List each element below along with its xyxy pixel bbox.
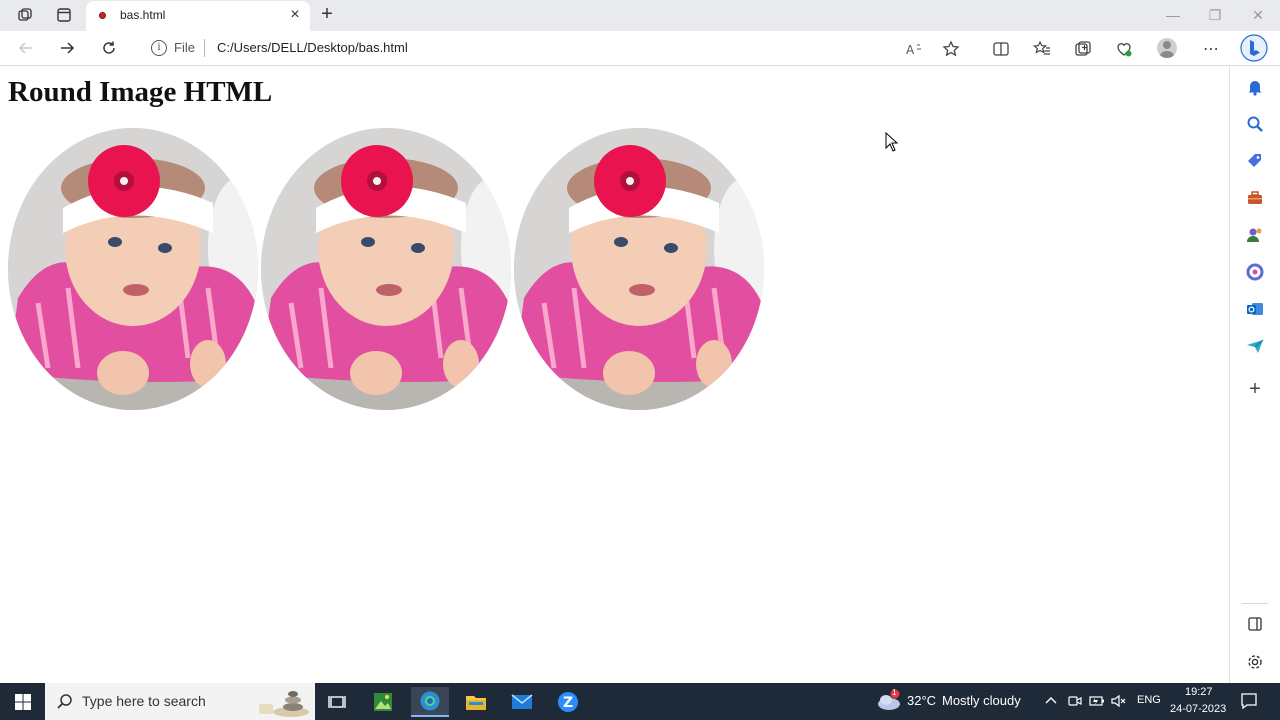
taskbar-search-box[interactable]: Type here to search	[45, 683, 315, 720]
edge-sidebar: +	[1229, 66, 1280, 683]
windows-start-button[interactable]	[0, 683, 45, 720]
send-icon[interactable]	[1244, 335, 1266, 357]
show-hidden-icons-icon[interactable]	[1045, 694, 1057, 708]
tab-title: bas.html	[120, 8, 166, 22]
address-bar-url[interactable]: C:/Users/DELL/Desktop/bas.html	[217, 40, 408, 55]
round-image-2	[261, 128, 511, 410]
round-image-1	[8, 128, 258, 410]
settings-icon[interactable]	[1244, 651, 1266, 673]
browser-essentials-icon[interactable]	[1113, 38, 1135, 60]
search-icon[interactable]	[1244, 113, 1266, 135]
input-language[interactable]: ENG	[1137, 694, 1161, 706]
image-viewer-app-icon[interactable]	[364, 687, 402, 717]
weather-cloud-icon[interactable]: 1	[876, 688, 902, 718]
mail-app-icon[interactable]	[503, 687, 541, 717]
profile-avatar[interactable]	[1157, 38, 1177, 58]
briefcase-icon[interactable]	[1244, 187, 1266, 209]
sidebar-toggle-icon[interactable]	[1244, 613, 1266, 635]
workspaces-icon[interactable]	[15, 5, 35, 25]
file-explorer-app-icon[interactable]	[457, 687, 495, 717]
add-icon[interactable]: +	[1244, 378, 1266, 400]
round-image-3	[514, 128, 764, 410]
page-title: Round Image HTML	[8, 76, 273, 108]
bell-icon[interactable]	[1244, 76, 1266, 98]
tab-bas-html[interactable]: bas.html ×	[86, 1, 310, 31]
mouse-cursor-icon	[885, 131, 899, 157]
page-viewport: Round Image HTML	[0, 66, 1229, 683]
bing-copilot-icon[interactable]	[1240, 34, 1268, 62]
clock-time[interactable]: 19:27	[1185, 686, 1213, 698]
forward-button[interactable]	[56, 37, 78, 59]
weather-description[interactable]: Mostly cloudy	[942, 693, 1021, 708]
edge-browser-app-icon[interactable]	[411, 687, 449, 717]
maximize-button[interactable]: ❐	[1200, 4, 1230, 26]
scheme-label: File	[174, 40, 195, 55]
favorite-star-icon[interactable]	[940, 38, 962, 60]
read-aloud-icon[interactable]: A	[903, 38, 925, 60]
search-icon	[57, 694, 72, 709]
minimize-button[interactable]: —	[1158, 4, 1188, 26]
svg-text:Z: Z	[563, 695, 573, 711]
zoom-app-icon[interactable]: Z	[549, 687, 587, 717]
sidebar-divider	[1242, 603, 1268, 604]
volume-muted-icon[interactable]	[1111, 694, 1127, 711]
search-highlight-illustration	[259, 691, 309, 717]
taskbar: Type here to search Z 1 32°C Mostly clou…	[0, 683, 1280, 720]
task-view-icon[interactable]	[318, 687, 356, 717]
favorites-icon[interactable]	[1031, 38, 1053, 60]
meet-now-icon[interactable]	[1068, 694, 1082, 711]
battery-icon[interactable]	[1089, 694, 1105, 711]
refresh-button[interactable]	[98, 37, 120, 59]
taskbar-search-placeholder: Type here to search	[82, 693, 206, 709]
more-options-icon[interactable]: ⋯	[1200, 38, 1222, 60]
address-divider	[204, 39, 205, 57]
tab-actions-icon[interactable]	[54, 5, 74, 25]
tab-close-button[interactable]: ×	[286, 6, 304, 24]
site-info-icon[interactable]: i	[151, 40, 167, 56]
html-file-icon	[99, 12, 106, 19]
collections-icon[interactable]	[1072, 38, 1094, 60]
toolbar: i File C:/Users/DELL/Desktop/bas.html A …	[0, 31, 1280, 66]
weather-temperature[interactable]: 32°C	[907, 693, 936, 708]
close-window-button[interactable]: ✕	[1243, 4, 1273, 26]
svg-text:A: A	[906, 43, 915, 57]
back-button[interactable]	[15, 37, 37, 59]
tab-strip: bas.html × + — ❐ ✕	[0, 0, 1280, 31]
tag-icon[interactable]	[1244, 150, 1266, 172]
notifications-icon[interactable]	[1240, 692, 1258, 713]
outlook-icon[interactable]	[1244, 298, 1266, 320]
office-icon[interactable]	[1244, 261, 1266, 283]
games-icon[interactable]	[1244, 224, 1266, 246]
weather-badge: 1	[892, 688, 897, 697]
split-screen-icon[interactable]	[990, 38, 1012, 60]
clock-date[interactable]: 24-07-2023	[1170, 703, 1226, 715]
new-tab-button[interactable]: +	[316, 4, 338, 26]
